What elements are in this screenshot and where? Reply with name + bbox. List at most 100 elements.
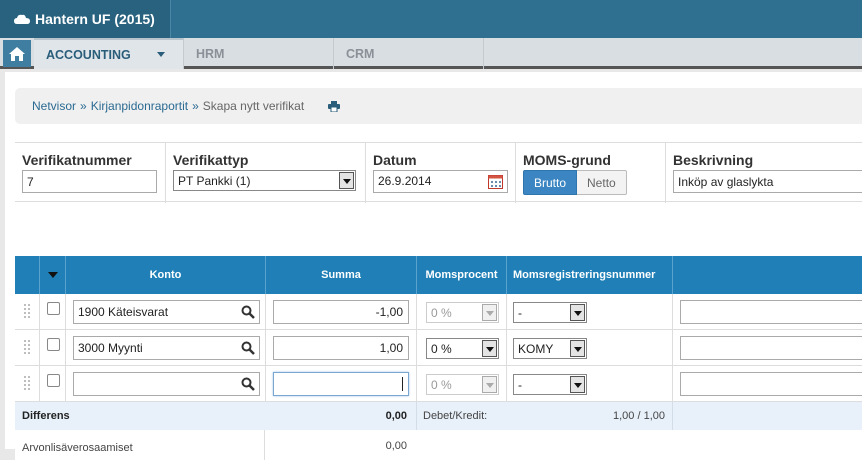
momsprocent-cell: 0 % [416,330,506,366]
home-button[interactable] [3,40,31,67]
summa-input[interactable]: -1,00 [273,300,409,324]
divider [672,402,673,430]
momsreg-select[interactable]: - [513,302,587,323]
table-row: 3000 Myynti 1,00 0 % KOMY [15,330,862,366]
dropdown-arrow-icon [482,304,497,321]
nav-hrm[interactable]: HRM [184,38,334,69]
momsreg-select[interactable]: - [513,374,587,395]
verifikatnummer-label: Verifikatnummer [22,152,132,168]
extra-cell [672,294,862,330]
momsprocent-cell: 0 % [416,294,506,330]
summa-cell: -1,00 [265,294,416,330]
differens-label: Differens [22,410,70,422]
dropdown-arrow-icon[interactable] [570,304,585,321]
breadcrumb-current: Skapa nytt verifikat [202,99,305,113]
company-name: Hantern UF (2015) [35,11,155,27]
beskrivning-input[interactable] [673,170,862,193]
top-bar: Hantern UF (2015) [0,0,862,38]
summa-input-focused[interactable] [273,372,409,396]
konto-input[interactable] [73,372,260,396]
momsreg-cell: - [506,366,672,402]
home-icon [9,46,25,61]
dropdown-arrow-icon[interactable] [482,340,497,357]
konto-input[interactable]: 1900 Käteisvarat [73,300,260,324]
momsreg-select[interactable]: KOMY [513,338,587,359]
nav-crm[interactable]: CRM [334,38,484,69]
momsreg-cell: KOMY [506,330,672,366]
drag-handle-icon[interactable] [24,340,30,354]
summa-cell: 1,00 [265,330,416,366]
table-row: 0 % - [15,366,862,402]
breadcrumb-separator: » [192,99,199,113]
header-konto[interactable]: Konto [65,256,265,294]
datum-input[interactable]: 26.9.2014 [373,170,508,193]
momsreg-value: KOMY [518,342,554,356]
field-verifikatnummer: Verifikatnummer [15,143,165,203]
select-column-header[interactable] [39,256,65,294]
field-moms-grund: MOMS-grund Brutto Netto [515,143,665,203]
header-momsregistreringsnummer[interactable]: Momsregistreringsnummer [506,256,672,294]
vat-summary-row: Arvonlisäverosaamiset 0,00 [15,430,862,460]
drag-handle-icon[interactable] [24,304,30,318]
voucher-header-form: Verifikatnummer Verifikattyp PT Pankki (… [15,142,862,203]
konto-cell [65,366,265,402]
extra-input[interactable] [680,300,862,324]
search-icon[interactable] [241,377,255,391]
field-datum: Datum 26.9.2014 [365,143,515,203]
drag-handle-icon[interactable] [24,376,30,390]
search-icon[interactable] [241,305,255,319]
header-extra [672,256,862,294]
extra-input[interactable] [680,336,862,360]
verifikattyp-select[interactable]: PT Pankki (1) [173,170,356,191]
momsprocent-select[interactable]: 0 % [426,338,499,359]
calendar-icon[interactable] [488,175,503,189]
breadcrumb-reports[interactable]: Kirjanpidonraportit [91,99,188,113]
header-momsprocent[interactable]: Momsprocent [416,256,506,294]
breadcrumb-netvisor[interactable]: Netvisor [32,99,76,113]
momsprocent-cell: 0 % [416,366,506,402]
summa-input[interactable]: 1,00 [273,336,409,360]
momsprocent-select: 0 % [426,374,499,395]
dropdown-arrow-icon[interactable] [339,172,354,189]
momsreg-cell: - [506,294,672,330]
sort-down-icon[interactable] [47,272,58,278]
konto-value: 3000 Myynti [78,341,143,355]
row-checkbox[interactable] [47,302,60,315]
row-select-cell [39,366,65,402]
konto-input[interactable]: 3000 Myynti [73,336,260,360]
netto-button[interactable]: Netto [577,170,627,195]
nav-hrm-label: HRM [196,46,225,61]
field-beskrivning: Beskrivning [665,143,862,203]
row-select-cell [39,330,65,366]
print-icon[interactable] [328,100,341,112]
verifikatnummer-input[interactable] [22,170,157,193]
dropdown-arrow-icon[interactable] [570,376,585,393]
drag-handle[interactable] [15,330,39,366]
nav-accounting[interactable]: ACCOUNTING [34,38,184,69]
table-row: 1900 Käteisvarat -1,00 0 % - [15,294,862,330]
dropdown-arrow-icon [482,376,497,393]
divider [416,402,417,430]
differens-value: 0,00 [385,410,407,422]
dropdown-arrow-icon[interactable] [570,340,585,357]
row-checkbox[interactable] [47,338,60,351]
grid-header: Konto Summa Momsprocent Momsregistrering… [15,256,862,294]
header-summa[interactable]: Summa [265,256,416,294]
verifikattyp-label: Verifikattyp [173,152,249,168]
vat-value: 0,00 [385,440,407,452]
debet-kredit-value: 1,00 / 1,00 [613,410,665,422]
verifikattyp-value: PT Pankki (1) [178,174,251,188]
extra-input[interactable] [680,372,862,396]
differens-row: Differens 0,00 Debet/Kredit: 1,00 / 1,00 [15,402,862,430]
extra-cell [672,366,862,402]
nav-accounting-label: ACCOUNTING [46,47,131,62]
company-tab[interactable]: Hantern UF (2015) [0,0,171,38]
row-checkbox[interactable] [47,374,60,387]
momsprocent-select: 0 % [426,302,499,323]
brutto-button[interactable]: Brutto [523,170,578,195]
chevron-down-icon [157,52,165,57]
search-icon[interactable] [241,341,255,355]
drag-handle[interactable] [15,294,39,330]
drag-handle[interactable] [15,366,39,402]
datum-label: Datum [373,152,417,168]
